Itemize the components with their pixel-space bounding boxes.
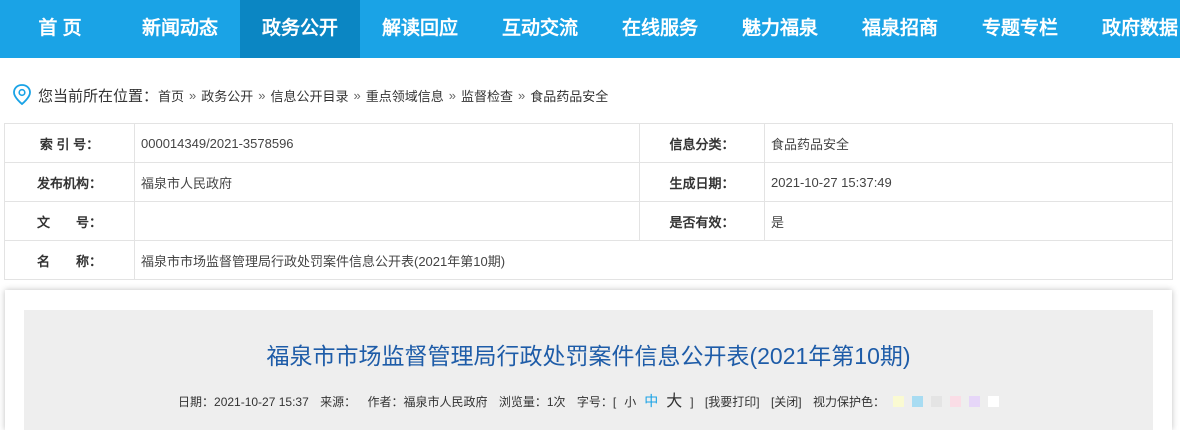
- date-value: 2021-10-27 15:37:49: [764, 162, 1173, 202]
- article-source: 来源：: [320, 395, 357, 409]
- eye-color-swatch[interactable]: [968, 396, 980, 407]
- nav-news[interactable]: 新闻动态: [120, 0, 240, 58]
- valid-label: 是否有效：: [639, 201, 766, 241]
- nav-gov-data[interactable]: 政府数据: [1080, 0, 1180, 58]
- eye-color-swatch[interactable]: [987, 396, 999, 407]
- article-date: 日期：2021-10-27 15:37: [178, 395, 309, 409]
- valid-value: 是: [764, 201, 1173, 241]
- meta-row: 索 引 号： 000014349/2021-3578596 信息分类： 食品药品…: [4, 123, 1173, 163]
- font-size-label: 字号：[: [576, 395, 617, 409]
- docno-value: [133, 201, 641, 241]
- eye-color-swatch[interactable]: [892, 396, 904, 407]
- font-medium-button[interactable]: 中: [644, 393, 658, 409]
- breadcrumb: 您当前所在位置： 首页 » 政务公开 » 信息公开目录 » 重点领域信息 » 监…: [0, 78, 1180, 112]
- breadcrumb-food-drug[interactable]: 食品药品安全: [530, 86, 608, 105]
- nav-charm-fuquan[interactable]: 魅力福泉: [720, 0, 840, 58]
- location-pin-icon: [13, 84, 31, 106]
- eye-color-swatch[interactable]: [930, 396, 942, 407]
- breadcrumb-home[interactable]: 首页: [158, 86, 184, 105]
- index-label: 索 引 号：: [4, 123, 135, 163]
- docno-label: 文 号：: [4, 201, 135, 241]
- nav-interpretation[interactable]: 解读回应: [360, 0, 480, 58]
- breadcrumb-supervision[interactable]: 监督检查: [461, 86, 513, 105]
- breadcrumb-separator: »: [258, 87, 266, 103]
- nav-gov-affairs[interactable]: 政务公开: [240, 0, 360, 58]
- info-meta-table: 索 引 号： 000014349/2021-3578596 信息分类： 食品药品…: [4, 123, 1173, 280]
- print-button[interactable]: [我要打印]: [705, 395, 760, 409]
- article-title: 福泉市市场监督管理局行政处罚案件信息公开表(2021年第10期): [266, 343, 911, 369]
- breadcrumb-separator: »: [518, 87, 526, 103]
- meta-row: 发布机构： 福泉市人民政府 生成日期： 2021-10-27 15:37:49: [4, 162, 1173, 202]
- publisher-label: 发布机构：: [4, 162, 135, 202]
- article-views: 浏览量：1次: [498, 395, 566, 409]
- nav-topics[interactable]: 专题专栏: [960, 0, 1080, 58]
- nav-home[interactable]: 首 页: [0, 0, 120, 58]
- category-label: 信息分类：: [639, 123, 766, 163]
- breadcrumb-prefix: 您当前所在位置：: [38, 87, 159, 105]
- category-value: 食品药品安全: [764, 123, 1173, 163]
- date-label: 生成日期：: [639, 162, 766, 202]
- font-size-bracket-close: ]: [690, 395, 694, 409]
- index-value: 000014349/2021-3578596: [133, 123, 641, 163]
- breadcrumb-key-areas[interactable]: 重点领域信息: [366, 86, 444, 105]
- nav-online-service[interactable]: 在线服务: [600, 0, 720, 58]
- article-card: 福泉市市场监督管理局行政处罚案件信息公开表(2021年第10期) 日期：2021…: [5, 290, 1172, 430]
- name-value: 福泉市市场监督管理局行政处罚案件信息公开表(2021年第10期): [134, 240, 1173, 280]
- breadcrumb-separator: »: [353, 87, 361, 103]
- publisher-value: 福泉市人民政府: [133, 162, 641, 202]
- article-header: 福泉市市场监督管理局行政处罚案件信息公开表(2021年第10期) 日期：2021…: [24, 310, 1153, 430]
- meta-row: 名 称： 福泉市市场监督管理局行政处罚案件信息公开表(2021年第10期): [4, 240, 1173, 280]
- name-label: 名 称：: [4, 240, 135, 280]
- close-button[interactable]: [关闭]: [771, 395, 802, 409]
- eye-care-label: 视力保护色：: [812, 395, 885, 409]
- article-info-bar: 日期：2021-10-27 15:37 来源： 作者：福泉市人民政府 浏览量：1…: [24, 387, 1153, 411]
- breadcrumb-catalog[interactable]: 信息公开目录: [271, 86, 349, 105]
- font-large-button[interactable]: 大: [666, 393, 682, 410]
- meta-row: 文 号： 是否有效： 是: [4, 201, 1173, 241]
- eye-color-swatch[interactable]: [949, 396, 961, 407]
- breadcrumb-gov-affairs[interactable]: 政务公开: [201, 86, 253, 105]
- article-author: 作者：福泉市人民政府: [367, 395, 488, 409]
- breadcrumb-separator: »: [448, 87, 457, 103]
- nav-interaction[interactable]: 互动交流: [480, 0, 600, 58]
- font-small-button[interactable]: 小: [624, 395, 636, 409]
- eye-color-swatch[interactable]: [911, 396, 923, 407]
- main-nav: 首 页 新闻动态 政务公开 解读回应 互动交流 在线服务 魅力福泉 福泉招商 专…: [0, 0, 1180, 58]
- breadcrumb-separator: »: [189, 87, 197, 103]
- nav-investment[interactable]: 福泉招商: [840, 0, 960, 58]
